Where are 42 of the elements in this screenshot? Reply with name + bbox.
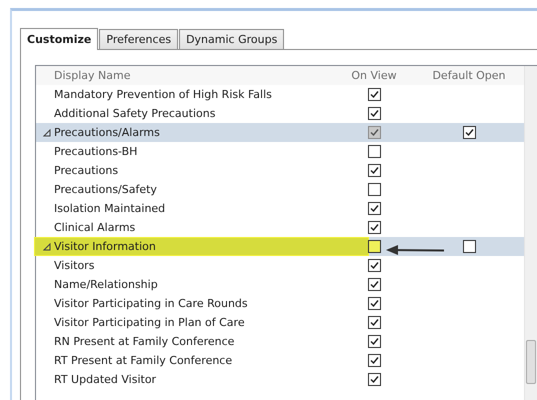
display-name: Clinical Alarms: [54, 221, 136, 234]
display-name: Precautions: [54, 164, 120, 177]
expand-triangle-icon[interactable]: [43, 128, 51, 136]
column-title: Display Name: [53, 69, 132, 82]
checkbox[interactable]: [368, 278, 380, 291]
checkbox[interactable]: [368, 164, 380, 177]
checkbox[interactable]: [368, 145, 380, 158]
checkbox[interactable]: [368, 354, 380, 367]
column-title: Default Open: [431, 69, 507, 82]
display-name: RN Present at Family Conference: [54, 335, 236, 348]
checkbox[interactable]: [368, 373, 380, 386]
scrollbar[interactable]: [524, 66, 537, 400]
tab[interactable]: Preferences: [99, 29, 178, 49]
checkbox[interactable]: [368, 259, 380, 272]
checkbox[interactable]: [368, 107, 380, 120]
checkbox[interactable]: [462, 126, 476, 139]
display-name: Visitor Information: [54, 240, 157, 253]
display-name: RT Present at Family Conference: [54, 354, 234, 367]
display-name: Additional Safety Precautions: [54, 107, 216, 120]
display-name: Visitors: [54, 259, 96, 272]
tab[interactable]: Dynamic Groups: [179, 29, 284, 49]
display-name: Visitor Participating in Plan of Care: [54, 316, 246, 329]
column-title: On View: [350, 69, 398, 82]
checkbox[interactable]: [368, 183, 380, 196]
checkbox[interactable]: [368, 316, 380, 329]
display-name: Mandatory Prevention of High Risk Falls: [54, 88, 273, 101]
display-name: Precautions/Alarms: [54, 126, 161, 139]
checkbox[interactable]: [462, 240, 476, 253]
checkbox[interactable]: [368, 88, 380, 101]
checkbox[interactable]: [368, 221, 380, 234]
expand-triangle-icon[interactable]: [43, 242, 51, 250]
checkbox[interactable]: [368, 335, 380, 348]
display-name: Name/Relationship: [54, 278, 159, 291]
checkbox[interactable]: [368, 202, 380, 215]
display-name: RT Updated Visitor: [54, 373, 158, 386]
display-name: Isolation Maintained: [54, 202, 166, 215]
display-name: Precautions-BH: [54, 145, 138, 158]
checkbox[interactable]: [368, 240, 380, 253]
display-name: Visitor Participating in Care Rounds: [54, 297, 249, 310]
tab[interactable]: Customize: [20, 28, 98, 50]
checkbox[interactable]: [368, 297, 380, 310]
display-name: Precautions/Safety: [54, 183, 158, 196]
